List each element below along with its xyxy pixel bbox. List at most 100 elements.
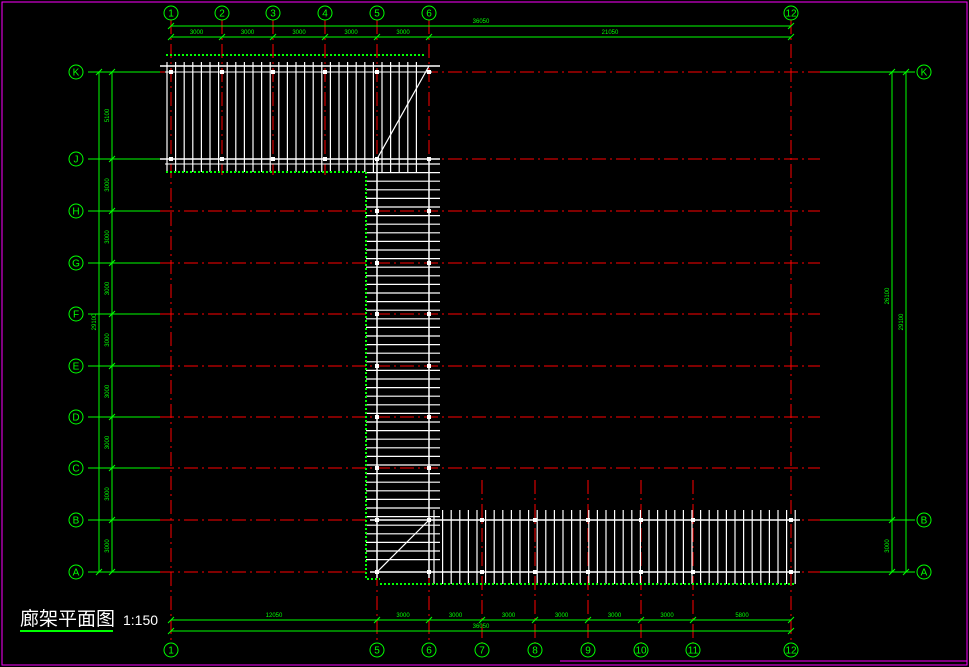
dim-left-label: 3000 — [105, 487, 111, 501]
dim-left-label: 3000 — [105, 281, 111, 295]
axis-label: 12 — [785, 9, 797, 20]
axis-label: 5 — [374, 9, 380, 20]
axis-label: 5 — [374, 646, 380, 657]
column-post — [533, 570, 537, 574]
dim-top-label: 3000 — [292, 30, 306, 36]
dim-right-label: 3000 — [885, 539, 891, 553]
column-post — [169, 70, 173, 74]
dim-top-label: 3000 — [241, 30, 255, 36]
axis-label: B — [921, 516, 928, 527]
dim-top-label: 3000 — [190, 30, 204, 36]
column-post — [375, 70, 379, 74]
column-post — [691, 570, 695, 574]
dim-left-label: 3000 — [102, 0, 116, 2]
column-post — [691, 518, 695, 522]
dim-top-label: 21050 — [602, 30, 619, 36]
axis-label: E — [73, 362, 80, 373]
dim-bottom-label: 3000 — [396, 613, 410, 619]
axis-label: 9 — [585, 646, 591, 657]
dim-bottom-label: 3000 — [555, 613, 569, 619]
axis-label: 6 — [426, 646, 432, 657]
column-post — [586, 570, 590, 574]
axis-label: K — [73, 68, 80, 79]
column-post — [427, 415, 431, 419]
axis-label: J — [74, 155, 79, 166]
column-post — [375, 261, 379, 265]
axis-label: 11 — [688, 646, 699, 657]
axis-label: G — [72, 259, 80, 270]
column-post — [323, 157, 327, 161]
dim-left-total-label: 29100 — [92, 313, 98, 330]
column-post — [639, 570, 643, 574]
column-post — [586, 518, 590, 522]
column-post — [427, 570, 431, 574]
axis-label: 1 — [168, 9, 174, 20]
drawing-title: 廊架平面图 — [20, 608, 115, 630]
column-post — [375, 415, 379, 419]
axis-label: A — [73, 568, 80, 579]
dim-left-label: 3000 — [105, 230, 111, 244]
dim-top-total-label: 36050 — [473, 19, 490, 25]
dim-bottom-label: 3000 — [502, 613, 516, 619]
column-post — [480, 570, 484, 574]
column-post — [375, 466, 379, 470]
dim-right-total-label: 29100 — [899, 313, 905, 330]
axis-label: 2 — [219, 9, 225, 20]
column-post — [169, 157, 173, 161]
column-post — [789, 518, 793, 522]
column-post — [220, 70, 224, 74]
column-post — [375, 157, 379, 161]
column-post — [427, 466, 431, 470]
column-post — [271, 157, 275, 161]
column-post — [375, 312, 379, 316]
column-post — [789, 570, 793, 574]
axis-label: 8 — [532, 646, 538, 657]
column-post — [427, 261, 431, 265]
dim-left-label: 3000 — [105, 539, 111, 553]
column-post — [533, 518, 537, 522]
dim-top-label: 3000 — [396, 30, 410, 36]
dim-bottom-total-label: 36050 — [473, 624, 490, 630]
column-post — [375, 518, 379, 522]
axis-label: B — [73, 516, 80, 527]
axis-label: C — [72, 464, 79, 475]
axis-label: 6 — [426, 9, 432, 20]
dim-left-label: 5100 — [105, 108, 111, 122]
column-post — [375, 570, 379, 574]
column-post — [323, 70, 327, 74]
dim-bottom-label: 12050 — [266, 613, 283, 619]
column-post — [375, 209, 379, 213]
axis-label: D — [72, 413, 79, 424]
column-post — [427, 364, 431, 368]
axis-label: K — [921, 68, 928, 79]
column-post — [427, 70, 431, 74]
canvas-background — [0, 0, 969, 667]
column-post — [220, 157, 224, 161]
floor-plan-drawing: 3000 3000 3000 3000 3000 21050 36050 12050 3000 3… — [0, 0, 969, 667]
column-post — [427, 312, 431, 316]
dim-right-label: 26100 — [885, 287, 891, 304]
dim-left-label: 3000 — [105, 333, 111, 347]
drawing-scale: 1:150 — [123, 612, 158, 628]
column-post — [271, 70, 275, 74]
column-post — [427, 157, 431, 161]
axis-label: H — [72, 207, 79, 218]
dim-top-label: 3000 — [344, 30, 358, 36]
dim-bottom-label: 3000 — [608, 613, 622, 619]
dim-bottom-label: 5800 — [735, 613, 749, 619]
column-post — [480, 518, 484, 522]
axis-label: 1 — [168, 646, 174, 657]
axis-label: 3 — [270, 9, 276, 20]
column-post — [375, 364, 379, 368]
dim-left-label: 3000 — [105, 435, 111, 449]
dim-bottom-label: 3000 — [660, 613, 674, 619]
axis-label: 4 — [322, 9, 328, 20]
column-post — [427, 518, 431, 522]
column-post — [427, 209, 431, 213]
column-post — [639, 518, 643, 522]
dim-bottom-label: 3000 — [449, 613, 463, 619]
axis-label: F — [73, 310, 79, 321]
axis-label: 12 — [785, 646, 797, 657]
dim-left-label: 3000 — [105, 178, 111, 192]
axis-label: A — [921, 568, 928, 579]
